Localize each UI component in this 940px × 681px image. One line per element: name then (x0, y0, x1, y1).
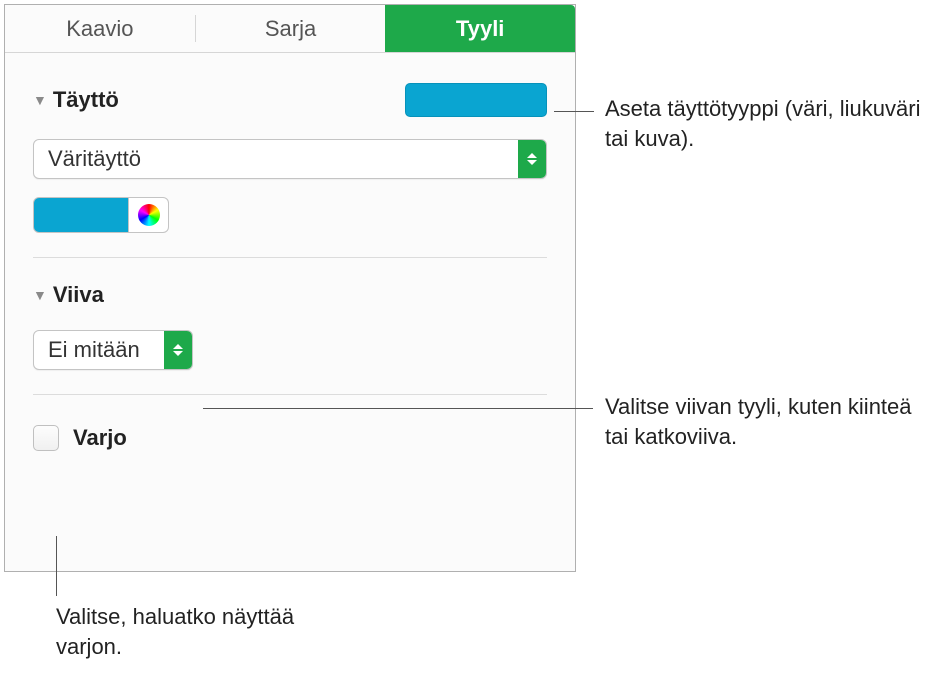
inspector-tabs: Kaavio Sarja Tyyli (5, 5, 575, 53)
tab-chart[interactable]: Kaavio (5, 5, 195, 52)
callout-line (554, 111, 594, 112)
fill-title-wrap[interactable]: ▼ Täyttö (33, 87, 119, 113)
fill-type-select[interactable]: Väritäyttö (33, 139, 547, 179)
line-section: ▼ Viiva Ei mitään (5, 258, 575, 395)
color-picker-button[interactable] (129, 197, 169, 233)
color-wheel-icon (138, 204, 160, 226)
fill-color-controls (33, 197, 547, 233)
shadow-label: Varjo (73, 425, 127, 451)
line-header: ▼ Viiva (33, 258, 547, 308)
line-title: Viiva (53, 282, 104, 308)
disclosure-arrow-icon: ▼ (33, 287, 47, 303)
disclosure-arrow-icon: ▼ (33, 92, 47, 108)
section-divider (33, 394, 547, 395)
tab-series[interactable]: Sarja (196, 5, 386, 52)
fill-type-row: Väritäyttö (33, 139, 547, 179)
fill-header: ▼ Täyttö (33, 53, 547, 117)
line-style-select[interactable]: Ei mitään (33, 330, 193, 370)
dropdown-stepper-icon (164, 331, 192, 369)
callout-line (203, 408, 593, 409)
tab-style[interactable]: Tyyli (385, 5, 575, 52)
select-value: Väritäyttö (34, 146, 141, 172)
style-inspector-panel: Kaavio Sarja Tyyli ▼ Täyttö Väritäyttö (4, 4, 576, 572)
tab-label: Kaavio (66, 16, 133, 42)
fill-title: Täyttö (53, 87, 119, 113)
callout-line (56, 536, 57, 596)
fill-section: ▼ Täyttö Väritäyttö (5, 53, 575, 258)
callout-line-style: Valitse viivan tyyli, kuten kiinteä tai … (605, 392, 935, 451)
shadow-checkbox[interactable] (33, 425, 59, 451)
fill-color-well[interactable] (33, 197, 129, 233)
tab-label: Tyyli (456, 16, 505, 42)
select-value: Ei mitään (34, 337, 140, 363)
callout-fill-type: Aseta täyttötyyppi (väri, liukuväri tai … (605, 94, 925, 153)
fill-color-swatch[interactable] (405, 83, 547, 117)
shadow-section: Varjo (5, 425, 575, 451)
shadow-row: Varjo (33, 425, 547, 451)
line-title-wrap[interactable]: ▼ Viiva (33, 282, 104, 308)
callout-shadow: Valitse, haluatko näyttää varjon. (56, 602, 306, 661)
dropdown-stepper-icon (518, 140, 546, 178)
tab-label: Sarja (265, 16, 316, 42)
